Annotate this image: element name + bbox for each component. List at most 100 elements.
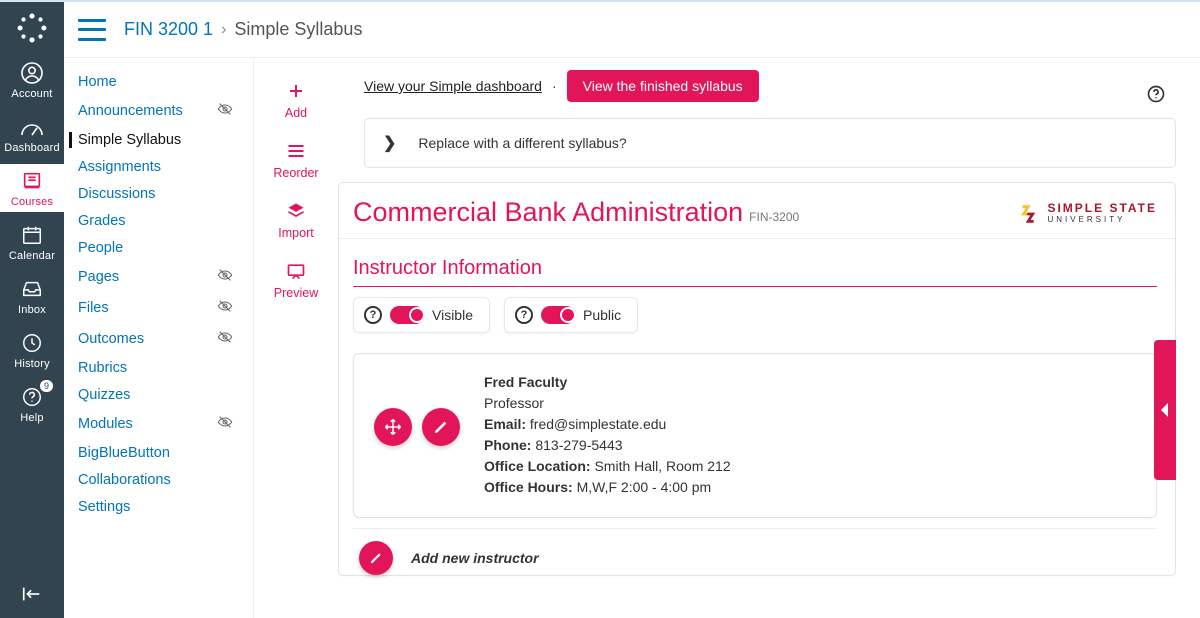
expand-side-panel-tab[interactable]	[1154, 340, 1176, 480]
plus-icon	[287, 80, 305, 102]
instructor-hours-label: Office Hours:	[484, 479, 573, 495]
globalnav-courses[interactable]: Courses	[0, 164, 64, 212]
coursenav-assignments[interactable]: Assignments	[78, 159, 243, 175]
tool-preview[interactable]: Preview	[274, 260, 318, 300]
tool-reorder[interactable]: Reorder	[273, 140, 318, 180]
clock-icon	[19, 330, 45, 356]
coursenav-grades[interactable]: Grades	[78, 213, 243, 229]
globalnav-dashboard-label: Dashboard	[4, 142, 60, 154]
help-circle-icon[interactable]: ?	[515, 306, 533, 324]
canvas-logo[interactable]	[14, 10, 50, 46]
eye-off-icon	[217, 329, 233, 349]
breadcrumb-separator: ›	[221, 21, 226, 39]
replace-syllabus-text: Replace with a different syllabus?	[418, 135, 626, 151]
instructor-section: Instructor Information ? Visible	[339, 239, 1175, 575]
instructor-details: Fred Faculty Professor Email: fred@simpl…	[484, 374, 731, 495]
globalnav-inbox-label: Inbox	[18, 304, 46, 316]
coursenav-people-label: People	[78, 240, 123, 256]
syllabus-card: Commercial Bank Administration FIN-3200	[338, 182, 1176, 576]
coursenav-pages-label: Pages	[78, 269, 119, 285]
gauge-icon	[19, 114, 45, 140]
tool-import[interactable]: Import	[278, 200, 313, 240]
visible-toggle[interactable]	[390, 306, 424, 324]
coursenav-bigbluebutton-label: BigBlueButton	[78, 445, 170, 461]
eye-off-icon	[217, 267, 233, 287]
top-bar: FIN 3200 1 › Simple Syllabus	[64, 2, 1200, 58]
tool-reorder-label: Reorder	[273, 166, 318, 180]
tool-add-label: Add	[285, 106, 307, 120]
view-finished-syllabus-button[interactable]: View the finished syllabus	[567, 70, 759, 102]
coursenav-files-label: Files	[78, 300, 109, 316]
course-nav: Home Announcements Simple Syllabus Assig…	[64, 58, 254, 618]
globalnav-calendar[interactable]: Calendar	[0, 218, 64, 266]
replace-syllabus-card[interactable]: ❯ Replace with a different syllabus?	[364, 118, 1176, 168]
collapse-nav-button[interactable]	[21, 585, 43, 606]
help-circle-icon: 9	[19, 384, 45, 410]
content-shell: FIN 3200 1 › Simple Syllabus Home Announ…	[64, 2, 1200, 618]
coursenav-pages[interactable]: Pages	[78, 267, 243, 287]
app-root: Account Dashboard Courses Calendar Inbox	[0, 0, 1200, 618]
public-toggle[interactable]	[541, 306, 575, 324]
globalnav-history-label: History	[14, 358, 50, 370]
move-instructor-button[interactable]	[374, 408, 412, 446]
instructor-name: Fred Faculty	[484, 374, 731, 390]
coursenav-outcomes[interactable]: Outcomes	[78, 329, 243, 349]
eye-off-icon	[217, 414, 233, 434]
breadcrumb: FIN 3200 1 › Simple Syllabus	[124, 19, 362, 40]
breadcrumb-course-link[interactable]: FIN 3200 1	[124, 19, 213, 40]
add-instructor-label: Add new instructor	[411, 550, 539, 566]
coursenav-discussions[interactable]: Discussions	[78, 186, 243, 202]
hamburger-menu-button[interactable]	[78, 19, 106, 41]
coursenav-announcements[interactable]: Announcements	[78, 101, 243, 121]
instructor-location: Smith Hall, Room 212	[594, 458, 730, 474]
visible-toggle-box: ? Visible	[353, 297, 490, 333]
tool-add[interactable]: Add	[285, 80, 307, 120]
globalnav-dashboard[interactable]: Dashboard	[0, 110, 64, 158]
coursenav-modules-label: Modules	[78, 416, 133, 432]
coursenav-rubrics[interactable]: Rubrics	[78, 360, 243, 376]
coursenav-simple-syllabus-label: Simple Syllabus	[78, 132, 181, 148]
university-brand: SIMPLE STATE UNIVERSITY	[1019, 202, 1157, 224]
coursenav-home-label: Home	[78, 74, 117, 90]
coursenav-settings-label: Settings	[78, 499, 130, 515]
coursenav-bigbluebutton[interactable]: BigBlueButton	[78, 445, 243, 461]
instructor-email-row: Email: fred@simplestate.edu	[484, 416, 731, 432]
instructor-email: fred@simplestate.edu	[530, 416, 666, 432]
edit-instructor-button[interactable]	[422, 408, 460, 446]
globalnav-courses-label: Courses	[11, 196, 53, 208]
coursenav-quizzes[interactable]: Quizzes	[78, 387, 243, 403]
coursenav-announcements-label: Announcements	[78, 103, 183, 119]
add-instructor-button[interactable]	[359, 541, 393, 575]
help-icon[interactable]	[1146, 84, 1166, 107]
user-circle-icon	[19, 60, 45, 86]
globalnav-account[interactable]: Account	[0, 56, 64, 104]
coursenav-settings[interactable]: Settings	[78, 499, 243, 515]
global-nav: Account Dashboard Courses Calendar Inbox	[0, 2, 64, 618]
globalnav-account-label: Account	[11, 88, 52, 100]
coursenav-collaborations[interactable]: Collaborations	[78, 472, 243, 488]
coursenav-simple-syllabus[interactable]: Simple Syllabus	[69, 132, 243, 148]
coursenav-assignments-label: Assignments	[78, 159, 161, 175]
coursenav-home[interactable]: Home	[78, 74, 243, 90]
coursenav-people[interactable]: People	[78, 240, 243, 256]
help-circle-icon[interactable]: ?	[364, 306, 382, 324]
visibility-toggle-row: ? Visible ? Public	[353, 297, 1157, 333]
main-wrapper: Add Reorder Import	[254, 58, 1200, 618]
breadcrumb-current: Simple Syllabus	[234, 19, 362, 40]
globalnav-calendar-label: Calendar	[9, 250, 55, 262]
university-logo-icon	[1019, 203, 1039, 223]
instructor-hours-row: Office Hours: M,W,F 2:00 - 4:00 pm	[484, 479, 731, 495]
view-dashboard-link[interactable]: View your Simple dashboard	[364, 78, 542, 94]
inbox-icon	[19, 276, 45, 302]
coursenav-modules[interactable]: Modules	[78, 414, 243, 434]
main-area: Add Reorder Import	[254, 58, 1200, 618]
globalnav-history[interactable]: History	[0, 326, 64, 374]
reorder-lines-icon	[286, 140, 306, 162]
globalnav-help[interactable]: 9 Help	[0, 380, 64, 428]
add-instructor-row[interactable]: Add new instructor	[353, 528, 1157, 575]
globalnav-inbox[interactable]: Inbox	[0, 272, 64, 320]
coursenav-grades-label: Grades	[78, 213, 126, 229]
tool-import-label: Import	[278, 226, 313, 240]
coursenav-files[interactable]: Files	[78, 298, 243, 318]
coursenav-rubrics-label: Rubrics	[78, 360, 127, 376]
